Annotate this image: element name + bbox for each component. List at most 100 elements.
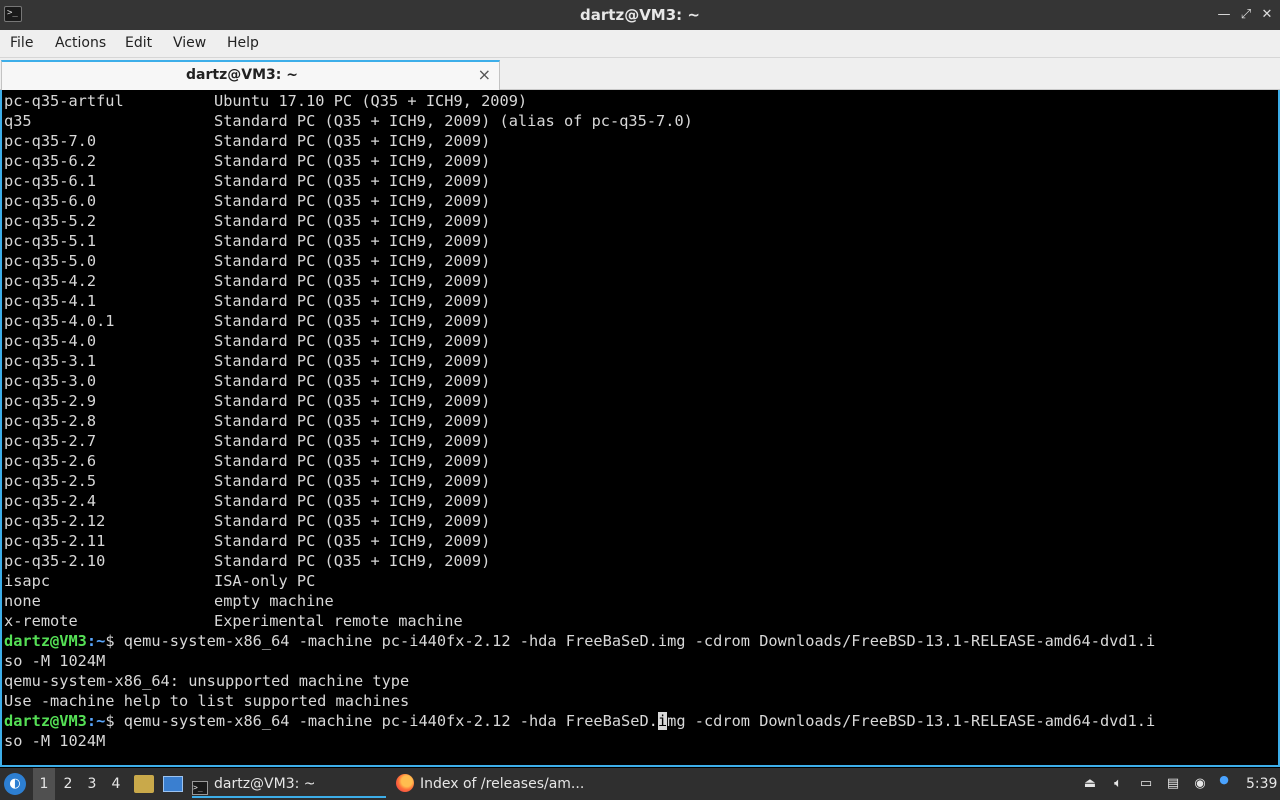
machine-description: Experimental remote machine — [214, 612, 463, 630]
machine-list-line: pc-q35-3.0 Standard PC (Q35 + ICH9, 2009) — [4, 372, 1155, 392]
machine-description: Standard PC (Q35 + ICH9, 2009) — [214, 552, 491, 570]
file-manager-icon[interactable] — [134, 775, 154, 793]
machine-description: Standard PC (Q35 + ICH9, 2009) — [214, 192, 491, 210]
machine-name: pc-q35-2.7 — [4, 432, 97, 450]
machine-list-line: pc-q35-2.10 Standard PC (Q35 + ICH9, 2009… — [4, 552, 1155, 572]
taskbar: ◐ 1 2 3 4 >_ dartz@VM3: ~ Index of /relea… — [0, 768, 1280, 800]
machine-description: Standard PC (Q35 + ICH9, 2009) — [214, 532, 491, 550]
command-text-after-cursor: mg -cdrom Downloads/FreeBSD-13.1-RELEASE… — [667, 712, 1156, 730]
machine-name: pc-q35-artful — [4, 92, 124, 110]
machine-list-line: pc-q35-6.0 Standard PC (Q35 + ICH9, 2009) — [4, 192, 1155, 212]
machine-description: Standard PC (Q35 + ICH9, 2009) — [214, 252, 491, 270]
workspace-4[interactable]: 4 — [105, 768, 127, 800]
machine-name: isapc — [4, 572, 51, 590]
terminal-line-command1-wrap: so -M 1024M — [4, 652, 106, 670]
menu-file[interactable]: File — [10, 30, 33, 58]
close-button[interactable]: ✕ — [1257, 5, 1277, 25]
machine-description: Standard PC (Q35 + ICH9, 2009) — [214, 232, 491, 250]
eject-icon[interactable]: ⏏ — [1080, 774, 1100, 794]
machine-description: ISA-only PC — [214, 572, 316, 590]
machine-name: pc-q35-2.8 — [4, 412, 97, 430]
machine-name: pc-q35-3.0 — [4, 372, 97, 390]
clipboard-icon[interactable]: ▤ — [1163, 774, 1183, 794]
machine-list-line: pc-q35-2.12 Standard PC (Q35 + ICH9, 2009… — [4, 512, 1155, 532]
machine-list-line: pc-q35-6.2 Standard PC (Q35 + ICH9, 2009) — [4, 152, 1155, 172]
machine-name: x-remote — [4, 612, 78, 630]
terminal-view[interactable]: pc-q35-artful Ubuntu 17.10 PC (Q35 + ICH9… — [0, 90, 1280, 767]
tab-close-icon[interactable]: × — [478, 64, 491, 86]
prompt-symbol: $ — [105, 712, 124, 730]
machine-description: Standard PC (Q35 + ICH9, 2009) — [214, 312, 491, 330]
machine-name: pc-q35-2.10 — [4, 552, 106, 570]
window-titlebar[interactable]: >_ dartz@VM3: ~ — ⤢ ✕ — [0, 0, 1280, 30]
machine-name: pc-q35-4.2 — [4, 272, 97, 290]
machine-description: Standard PC (Q35 + ICH9, 2009) — [214, 332, 491, 350]
machine-description: Standard PC (Q35 + ICH9, 2009) — [214, 392, 491, 410]
machine-name: pc-q35-2.6 — [4, 452, 97, 470]
machine-list-line: none empty machine — [4, 592, 1155, 612]
machine-list-line: pc-q35-2.7 Standard PC (Q35 + ICH9, 2009) — [4, 432, 1155, 452]
machine-description: Standard PC (Q35 + ICH9, 2009) — [214, 172, 491, 190]
machine-list-line: pc-q35-2.5 Standard PC (Q35 + ICH9, 2009) — [4, 472, 1155, 492]
workspace-3[interactable]: 3 — [81, 768, 103, 800]
machine-description: Standard PC (Q35 + ICH9, 2009) — [214, 272, 491, 290]
machine-list-line: pc-q35-2.9 Standard PC (Q35 + ICH9, 2009) — [4, 392, 1155, 412]
machine-description: Standard PC (Q35 + ICH9, 2009) — [214, 352, 491, 370]
tab-label: dartz@VM3: ~ — [186, 67, 298, 83]
machine-list-line: pc-q35-6.1 Standard PC (Q35 + ICH9, 2009) — [4, 172, 1155, 192]
machine-name: q35 — [4, 112, 32, 130]
menu-edit[interactable]: Edit — [125, 30, 152, 58]
machine-description: Standard PC (Q35 + ICH9, 2009) — [214, 472, 491, 490]
machine-name: pc-q35-6.2 — [4, 152, 97, 170]
machine-list-line: pc-q35-7.0 Standard PC (Q35 + ICH9, 2009) — [4, 132, 1155, 152]
workspace-2[interactable]: 2 — [57, 768, 79, 800]
minimize-button[interactable]: — — [1214, 5, 1234, 25]
app-menu-icon[interactable]: ◐ — [4, 773, 26, 795]
machine-description: Standard PC (Q35 + ICH9, 2009) — [214, 452, 491, 470]
machine-list-line: pc-q35-2.6 Standard PC (Q35 + ICH9, 2009) — [4, 452, 1155, 472]
machine-list-line: pc-q35-3.1 Standard PC (Q35 + ICH9, 2009) — [4, 352, 1155, 372]
machine-list-line: pc-q35-5.1 Standard PC (Q35 + ICH9, 2009) — [4, 232, 1155, 252]
machine-name: pc-q35-3.1 — [4, 352, 97, 370]
terminal-line-hint: Use -machine help to list supported mach… — [4, 692, 410, 710]
text-cursor: i — [657, 712, 668, 730]
menu-bar: File Actions Edit View Help — [0, 30, 1280, 58]
display-icon[interactable]: ▭ — [1136, 774, 1156, 794]
prompt-user: dartz@VM3 — [4, 632, 87, 650]
menu-view[interactable]: View — [173, 30, 206, 58]
machine-list-line: pc-q35-2.11 Standard PC (Q35 + ICH9, 2009… — [4, 532, 1155, 552]
task-firefox[interactable]: Index of /releases/am... — [396, 768, 596, 798]
machine-name: pc-q35-2.9 — [4, 392, 97, 410]
volume-icon[interactable]: 🔈︎ — [1108, 774, 1128, 794]
machine-description: Standard PC (Q35 + ICH9, 2009) — [214, 372, 491, 390]
machine-description: Standard PC (Q35 + ICH9, 2009) — [214, 412, 491, 430]
tab-terminal[interactable]: dartz@VM3: ~ × — [1, 60, 500, 90]
machine-list-line: pc-q35-4.2 Standard PC (Q35 + ICH9, 2009) — [4, 272, 1155, 292]
terminal-line-error: qemu-system-x86_64: unsupported machine … — [4, 672, 410, 690]
machine-name: pc-q35-5.1 — [4, 232, 97, 250]
workspace-1[interactable]: 1 — [33, 768, 55, 800]
machine-name: pc-q35-6.1 — [4, 172, 97, 190]
machine-description: Standard PC (Q35 + ICH9, 2009) — [214, 212, 491, 230]
machine-description: Standard PC (Q35 + ICH9, 2009) — [214, 512, 491, 530]
machine-description: Standard PC (Q35 + ICH9, 2009) (alias of… — [214, 112, 693, 130]
task-firefox-label: Index of /releases/am... — [420, 776, 585, 792]
machine-list-line: pc-q35-2.8 Standard PC (Q35 + ICH9, 2009) — [4, 412, 1155, 432]
machine-name: pc-q35-4.0 — [4, 332, 97, 350]
show-desktop-icon[interactable] — [163, 776, 183, 792]
terminal-output: pc-q35-artful Ubuntu 17.10 PC (Q35 + ICH9… — [4, 92, 1155, 752]
machine-name: none — [4, 592, 41, 610]
terminal-line-command2-wrap: so -M 1024M — [4, 732, 106, 750]
menu-help[interactable]: Help — [227, 30, 259, 58]
machine-list-line: isapc ISA-only PC — [4, 572, 1155, 592]
machine-name: pc-q35-2.5 — [4, 472, 97, 490]
update-notifier-icon[interactable]: ● — [1214, 770, 1234, 790]
task-terminal[interactable]: >_ dartz@VM3: ~ — [192, 768, 386, 798]
machine-name: pc-q35-5.0 — [4, 252, 97, 270]
machine-name: pc-q35-2.12 — [4, 512, 106, 530]
maximize-button[interactable]: ⤢ — [1236, 5, 1256, 25]
menu-actions[interactable]: Actions — [55, 30, 106, 58]
clock[interactable]: 5:39 — [1246, 768, 1277, 800]
network-icon[interactable]: ◉ — [1190, 774, 1210, 794]
machine-list-line: pc-q35-4.1 Standard PC (Q35 + ICH9, 2009) — [4, 292, 1155, 312]
